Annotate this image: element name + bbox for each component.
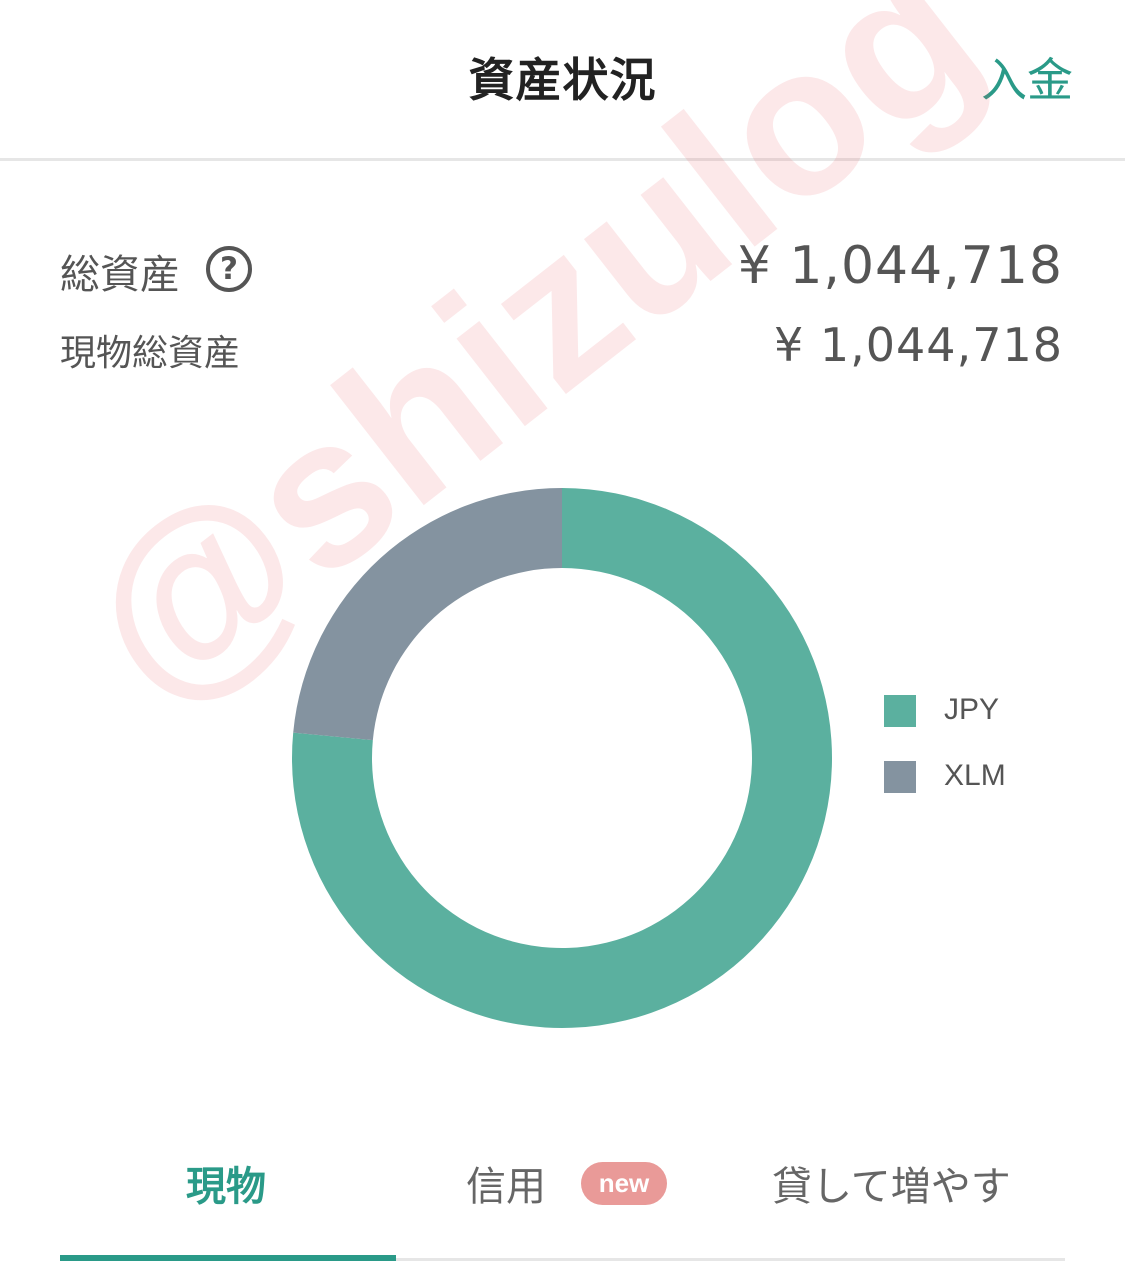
spot-assets-row: 現物総資産 ¥ 1,044,718 xyxy=(60,318,1063,374)
asset-tabs: 現物 信用 new 貸して増やす xyxy=(60,1140,1065,1261)
active-tab-indicator xyxy=(60,1255,396,1261)
legend-label: JPY xyxy=(944,693,1000,726)
total-assets-row: 総資産 ? ¥ 1,044,718 xyxy=(60,236,1063,306)
header: 資産状況 入金 xyxy=(0,0,1125,161)
asset-donut-chart: JPY XLM xyxy=(0,420,1125,1100)
tab-lend[interactable]: 貸して増やす xyxy=(772,1154,1011,1212)
question-circle-icon[interactable]: ? xyxy=(206,246,252,292)
total-assets-value: ¥ 1,044,718 xyxy=(737,236,1063,296)
tab-spot[interactable]: 現物 xyxy=(186,1154,266,1212)
total-assets-label: 総資産 xyxy=(60,252,180,298)
tab-lend-label: 貸して増やす xyxy=(772,1164,1011,1210)
tab-spot-label: 現物 xyxy=(186,1164,266,1210)
asset-status-screen: 資産状況 入金 総資産 ? ¥ 1,044,718 現物総資産 ¥ 1,044,… xyxy=(0,0,1125,1283)
spot-assets-label: 現物総資産 xyxy=(60,333,241,374)
page-title: 資産状況 xyxy=(468,53,657,107)
legend-swatch xyxy=(884,761,916,793)
tab-margin[interactable]: 信用 new xyxy=(466,1154,668,1212)
tab-margin-label: 信用 xyxy=(466,1164,546,1210)
deposit-button[interactable]: 入金 xyxy=(981,44,1073,110)
new-badge: new xyxy=(580,1161,668,1205)
spot-assets-value: ¥ 1,044,718 xyxy=(774,318,1063,372)
legend-swatch xyxy=(884,695,916,727)
legend-label: XLM xyxy=(944,759,1006,792)
donut-slice-xlm xyxy=(293,488,562,741)
